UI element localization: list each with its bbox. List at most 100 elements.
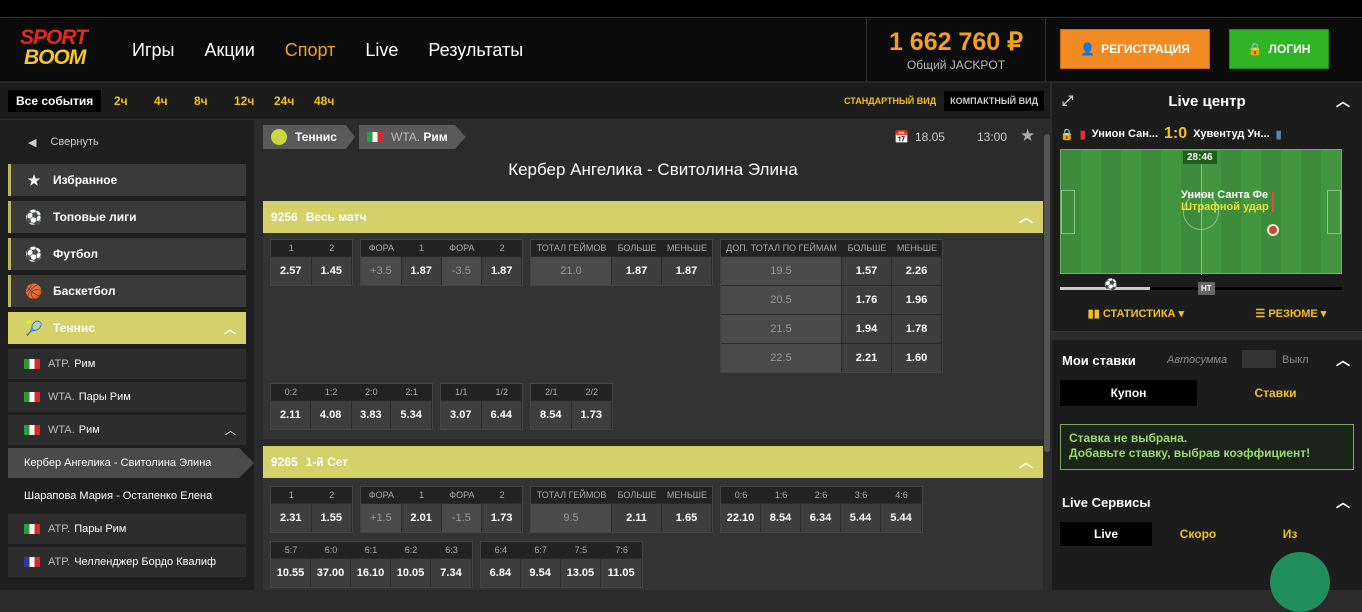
tab-favorites[interactable]: Из: [1244, 522, 1336, 546]
nav-live[interactable]: Live: [365, 40, 398, 61]
sidebar-item-basketball[interactable]: 🏀 Баскетбол: [8, 275, 246, 307]
odds-cell[interactable]: 9.54: [520, 559, 561, 587]
odds-cell[interactable]: 6.34: [801, 504, 841, 532]
scrollbar[interactable]: [1044, 134, 1050, 452]
auto-sum-toggle[interactable]: [1242, 350, 1276, 368]
market-header-full-match[interactable]: 9256 Весь матч ︿: [263, 201, 1043, 233]
filter-8h[interactable]: 8ч: [194, 94, 234, 108]
flag-italy-icon: [24, 359, 40, 369]
match-title: Кербер Ангелика - Свитолина Элина: [508, 160, 798, 179]
expand-icon[interactable]: ⤢: [1062, 92, 1073, 109]
filter-4h[interactable]: 4ч: [154, 94, 194, 108]
odds-cell[interactable]: 1.96: [892, 286, 942, 314]
filter-12h[interactable]: 12ч: [234, 94, 274, 108]
nav-games[interactable]: Игры: [132, 40, 174, 61]
sidebar-sub-atp-doubles-rome[interactable]: ATP. Пары Рим: [8, 514, 246, 544]
chevron-up-icon[interactable]: ︿: [1336, 350, 1350, 370]
odds-cell[interactable]: 1.55: [311, 504, 352, 532]
odds-cell[interactable]: 1.76: [842, 286, 892, 314]
odds-cell[interactable]: 4.08: [310, 401, 352, 429]
login-button[interactable]: 🔒 ЛОГИН: [1229, 29, 1329, 69]
sidebar-item-football[interactable]: ⚽ Футбол: [8, 238, 246, 270]
market-header-first-set[interactable]: 9265 1-й Сет ︿: [263, 446, 1043, 478]
collapse-button[interactable]: ◀ Свернуть: [0, 120, 254, 164]
filter-24h[interactable]: 24ч: [274, 94, 314, 108]
odds-cell[interactable]: 1.78: [892, 315, 942, 343]
tab-live[interactable]: Live: [1060, 522, 1152, 546]
chat-widget-button[interactable]: [1270, 552, 1330, 612]
stats-tab[interactable]: ▮▮ СТАТИСТИКА ▾: [1088, 307, 1184, 320]
odds-header: 7:6: [615, 545, 628, 555]
odds-cell[interactable]: 10.05: [391, 559, 431, 587]
empty-bet-notice: Ставка не выбрана. Добавьте ставку, выбр…: [1060, 424, 1354, 470]
odds-cell[interactable]: 1.57: [842, 257, 892, 285]
odds-cell[interactable]: 5.44: [841, 504, 881, 532]
odds-cell[interactable]: 1.87: [612, 257, 662, 285]
sidebar-sub-atp-challenger[interactable]: ATP. Челленджер Бордо Квалиф: [8, 547, 246, 577]
odds-cell[interactable]: 2.01: [401, 504, 442, 532]
odds-cell[interactable]: 6.44: [481, 401, 522, 429]
odds-cell[interactable]: 10.55: [271, 559, 311, 587]
odds-cell[interactable]: 2.11: [612, 504, 662, 532]
filter-48h[interactable]: 48ч: [314, 94, 354, 108]
odds-cell[interactable]: 1.94: [842, 315, 892, 343]
sidebar-match-selected[interactable]: Кербер Ангелика - Свитолина Элина: [8, 448, 254, 478]
logo[interactable]: SPORT BOOM: [20, 27, 104, 72]
filter-2h[interactable]: 2ч: [114, 94, 154, 108]
favorite-star-icon[interactable]: ★: [1020, 126, 1035, 146]
sidebar-item-top-leagues[interactable]: ⚽ Топовые лиги: [8, 201, 246, 233]
sidebar-sub-atp-rome[interactable]: ATP. Рим: [8, 349, 246, 379]
compact-view-button[interactable]: КОМПАКТНЫЙ ВИД: [944, 91, 1044, 111]
odds-header: МЕНЬШЕ: [666, 490, 708, 500]
odds-cell[interactable]: 6.84: [481, 559, 521, 587]
nav-sport[interactable]: Спорт: [285, 40, 336, 61]
chevron-up-icon[interactable]: ︿: [1336, 91, 1350, 111]
sidebar-sub-wta-doubles-rome[interactable]: WTA. Пары Рим: [8, 382, 246, 412]
odds-cell[interactable]: 8.54: [531, 401, 572, 429]
odds-cell[interactable]: 1.87: [482, 257, 522, 285]
odds-cell[interactable]: 2.57: [271, 257, 312, 285]
summary-tab[interactable]: ☰ РЕЗЮМЕ ▾: [1255, 307, 1326, 320]
breadcrumb-league[interactable]: WTA. Рим: [358, 125, 466, 149]
nav-results[interactable]: Результаты: [428, 40, 523, 61]
odds-cell[interactable]: 3.07: [441, 401, 482, 429]
odds-cell[interactable]: 1.87: [662, 257, 712, 285]
odds-cell[interactable]: 1.73: [571, 401, 612, 429]
odds-cell[interactable]: 7.34: [431, 559, 472, 587]
breadcrumb-sport[interactable]: Теннис: [263, 125, 355, 149]
odds-header: МЕНЬШЕ: [896, 243, 938, 253]
odds-cell[interactable]: 2.11: [271, 401, 311, 429]
odds-cell[interactable]: 37.00: [311, 559, 351, 587]
tab-bets[interactable]: Ставки: [1197, 380, 1354, 406]
odds-cell[interactable]: 5.44: [881, 504, 922, 532]
tab-soon[interactable]: Скоро: [1152, 522, 1244, 546]
chevron-up-icon[interactable]: ︿: [1336, 492, 1350, 512]
odds-cell[interactable]: 2.21: [842, 344, 892, 372]
odds-cell[interactable]: 1.65: [662, 504, 712, 532]
odds-cell[interactable]: 3.83: [351, 401, 392, 429]
odds-cell[interactable]: 1.45: [311, 257, 352, 285]
odds-cell[interactable]: 1.60: [892, 344, 942, 372]
live-score-row[interactable]: 🔒 ▮ Унион Сан... 1:0 Хувентуд Ун... ▮: [1052, 119, 1362, 149]
odds-cell[interactable]: 11.05: [601, 559, 642, 587]
nav-promos[interactable]: Акции: [204, 40, 254, 61]
odds-cell[interactable]: 1.87: [401, 257, 442, 285]
odds-cell[interactable]: 2.26: [892, 257, 942, 285]
sidebar-match[interactable]: Шарапова Мария - Остапенко Елена: [8, 481, 254, 511]
odds-cell[interactable]: 1.73: [482, 504, 522, 532]
register-button[interactable]: 👤 РЕГИСТРАЦИЯ: [1060, 29, 1210, 69]
sidebar-item-favorites[interactable]: ★ Избранное: [8, 164, 246, 196]
sidebar-item-tennis[interactable]: 🎾 Теннис ︿: [8, 312, 246, 344]
filter-all-events[interactable]: Все события: [8, 90, 102, 112]
odds-cell[interactable]: 22.10: [721, 504, 761, 532]
tab-coupon[interactable]: Купон: [1060, 380, 1197, 406]
odds-cell[interactable]: 2.31: [271, 504, 312, 532]
sidebar-sub-wta-rome[interactable]: WTA. Рим ︿: [8, 415, 246, 445]
odds-group-handicap: ФОРА 1 ФОРА 2 +1.5 2.01 -1.5 1.73: [360, 486, 523, 533]
league-name: Пары Рим: [74, 523, 127, 535]
odds-cell[interactable]: 8.54: [761, 504, 801, 532]
odds-cell[interactable]: 13.05: [560, 559, 602, 587]
odds-cell[interactable]: 16.10: [351, 559, 391, 587]
odds-cell[interactable]: 5.34: [391, 401, 432, 429]
standard-view-button[interactable]: СТАНДАРТНЫЙ ВИД: [844, 96, 936, 106]
